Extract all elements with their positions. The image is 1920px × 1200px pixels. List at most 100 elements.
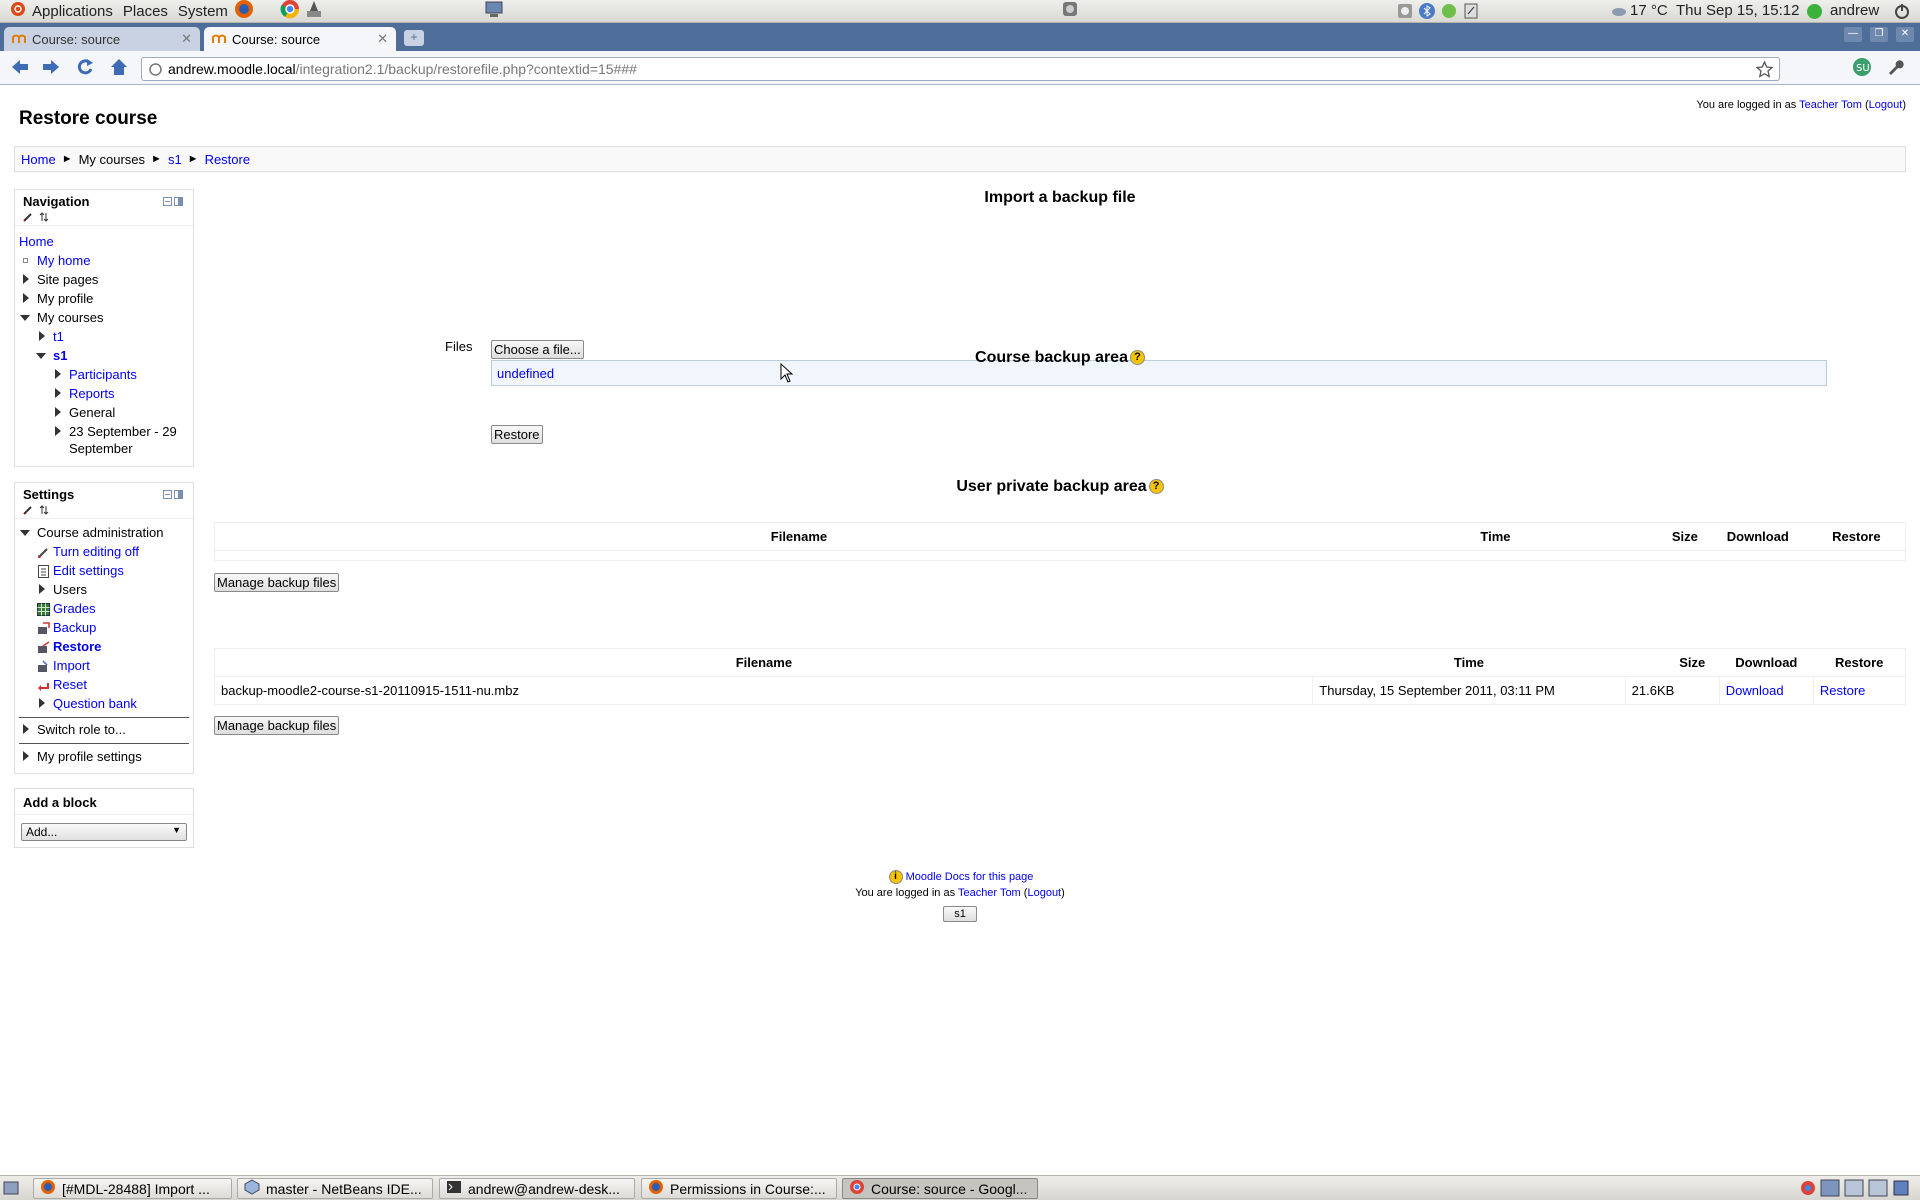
footer-course-button[interactable]: s1 bbox=[943, 906, 977, 922]
settings-wrench-button[interactable] bbox=[1884, 57, 1906, 79]
nav-site-pages[interactable]: Site pages bbox=[15, 270, 193, 289]
weather-temperature[interactable]: 17 °C bbox=[1630, 2, 1668, 19]
settings-reset[interactable]: Reset bbox=[15, 675, 193, 694]
breadcrumb-course[interactable]: s1 bbox=[168, 152, 182, 167]
footer-login-user-link[interactable]: Teacher Tom bbox=[958, 887, 1021, 899]
nav-my-profile[interactable]: My profile bbox=[15, 289, 193, 308]
clipboard-icon[interactable] bbox=[1462, 2, 1480, 24]
bluetooth-icon[interactable] bbox=[1418, 2, 1436, 24]
restore-link[interactable]: Restore bbox=[1820, 683, 1866, 698]
power-icon[interactable] bbox=[1893, 2, 1911, 24]
settings-import[interactable]: Import bbox=[15, 656, 193, 675]
task-terminal[interactable]: andrew@andrew-desk... bbox=[439, 1178, 635, 1199]
download-link[interactable]: Download bbox=[1726, 683, 1784, 698]
nav-home-link[interactable]: Home bbox=[19, 234, 54, 249]
forward-button[interactable] bbox=[40, 57, 62, 79]
back-button[interactable] bbox=[9, 57, 31, 79]
settings-users[interactable]: Users bbox=[15, 580, 193, 599]
settings-edit-settings[interactable]: Edit settings bbox=[15, 561, 193, 580]
browser-tab-2[interactable]: Course: source ✕ bbox=[204, 27, 396, 51]
settings-import-link[interactable]: Import bbox=[53, 658, 90, 673]
nav-course-t1-link[interactable]: t1 bbox=[53, 329, 64, 344]
settings-grades[interactable]: Grades bbox=[15, 599, 193, 618]
selected-file-link[interactable]: undefined bbox=[497, 366, 554, 381]
user-manage-backup-button[interactable]: Manage backup files bbox=[214, 716, 340, 735]
network-tool-icon[interactable] bbox=[484, 0, 504, 23]
system-menu[interactable]: System bbox=[178, 3, 228, 20]
disk-icon[interactable] bbox=[1396, 2, 1414, 24]
breadcrumb-home[interactable]: Home bbox=[21, 152, 56, 167]
hide-block-icon[interactable] bbox=[163, 194, 172, 209]
stumbleupon-extension-button[interactable]: SU bbox=[1851, 57, 1873, 79]
nav-course-s1-link[interactable]: s1 bbox=[53, 348, 67, 363]
help-icon[interactable]: ? bbox=[1129, 350, 1145, 366]
move-block-icon[interactable] bbox=[39, 503, 49, 518]
dock-block-icon[interactable] bbox=[174, 194, 183, 209]
address-bar[interactable]: andrew.moodle.local/integration2.1/backu… bbox=[141, 57, 1780, 81]
settings-turn-editing-off-link[interactable]: Turn editing off bbox=[53, 544, 139, 559]
nav-home[interactable]: Home bbox=[15, 232, 193, 251]
chrome-tray-icon[interactable] bbox=[1800, 1180, 1816, 1199]
workspace-1-icon[interactable] bbox=[1820, 1179, 1840, 1200]
import-restore-button[interactable]: Restore bbox=[491, 425, 543, 444]
add-block-select[interactable]: Add... ▼ bbox=[21, 823, 187, 841]
footer-logout-link[interactable]: Logout bbox=[1027, 887, 1061, 899]
nav-participants-link[interactable]: Participants bbox=[69, 367, 137, 382]
login-user-link[interactable]: Teacher Tom bbox=[1799, 99, 1862, 111]
close-tab-icon[interactable]: ✕ bbox=[181, 31, 192, 47]
nav-course-s1[interactable]: s1 bbox=[15, 346, 193, 365]
settings-question-bank-link[interactable]: Question bank bbox=[53, 696, 137, 711]
settings-restore-link[interactable]: Restore bbox=[53, 639, 101, 654]
settings-grades-link[interactable]: Grades bbox=[53, 601, 96, 616]
system-monitor-icon[interactable] bbox=[1060, 0, 1080, 23]
settings-backup-link[interactable]: Backup bbox=[53, 620, 96, 635]
settings-restore[interactable]: Restore bbox=[15, 637, 193, 656]
user-name[interactable]: andrew bbox=[1830, 2, 1879, 19]
move-block-icon[interactable] bbox=[39, 210, 49, 225]
logout-link[interactable]: Logout bbox=[1869, 99, 1903, 111]
settings-edit-settings-link[interactable]: Edit settings bbox=[53, 563, 124, 578]
screenshot-launcher-icon[interactable] bbox=[304, 0, 324, 23]
settings-question-bank[interactable]: Question bank bbox=[15, 694, 193, 713]
nav-general[interactable]: General bbox=[15, 403, 193, 422]
bookmark-star-icon[interactable] bbox=[1755, 60, 1774, 81]
update-icon[interactable] bbox=[1440, 2, 1458, 24]
places-menu[interactable]: Places bbox=[123, 3, 168, 20]
home-button[interactable] bbox=[108, 57, 130, 79]
settings-profile-settings[interactable]: My profile settings bbox=[15, 747, 193, 766]
nav-reports-link[interactable]: Reports bbox=[69, 386, 115, 401]
course-manage-backup-button[interactable]: Manage backup files bbox=[214, 573, 340, 592]
firefox-launcher-icon[interactable] bbox=[234, 0, 254, 23]
hide-block-icon[interactable] bbox=[163, 487, 172, 502]
browser-tab-1[interactable]: Course: source ✕ bbox=[4, 27, 200, 51]
clock[interactable]: Thu Sep 15, 15:12 bbox=[1676, 2, 1799, 19]
close-window-icon[interactable]: ✕ bbox=[1896, 27, 1914, 42]
maximize-window-icon[interactable]: ❐ bbox=[1870, 27, 1888, 42]
nav-my-home[interactable]: My home bbox=[15, 251, 193, 270]
edit-block-icon[interactable] bbox=[23, 503, 33, 518]
applications-menu[interactable]: Applications bbox=[10, 1, 113, 21]
nav-course-t1[interactable]: t1 bbox=[15, 327, 193, 346]
breadcrumb-restore[interactable]: Restore bbox=[205, 152, 251, 167]
trash-icon[interactable] bbox=[1892, 1179, 1910, 1200]
nav-my-home-link[interactable]: My home bbox=[37, 253, 90, 268]
new-tab-button[interactable]: + bbox=[404, 30, 424, 46]
settings-reset-link[interactable]: Reset bbox=[53, 677, 87, 692]
settings-course-admin[interactable]: Course administration bbox=[15, 523, 193, 542]
nav-my-courses[interactable]: My courses bbox=[15, 308, 193, 327]
settings-backup[interactable]: Backup bbox=[15, 618, 193, 637]
task-netbeans[interactable]: master - NetBeans IDE... bbox=[237, 1178, 433, 1199]
task-firefox-mdl[interactable]: [#MDL-28488] Import ... bbox=[33, 1178, 232, 1199]
dock-block-icon[interactable] bbox=[174, 487, 183, 502]
help-icon[interactable]: ? bbox=[1148, 479, 1164, 495]
reload-button[interactable] bbox=[74, 57, 96, 79]
chrome-launcher-icon[interactable] bbox=[280, 0, 300, 23]
task-chrome-course[interactable]: Course: source - Googl... bbox=[842, 1178, 1038, 1199]
show-desktop-icon[interactable] bbox=[3, 1180, 19, 1199]
nav-reports[interactable]: Reports bbox=[15, 384, 193, 403]
nav-participants[interactable]: Participants bbox=[15, 365, 193, 384]
settings-turn-editing-off[interactable]: Turn editing off bbox=[15, 542, 193, 561]
task-firefox-permissions[interactable]: Permissions in Course:... bbox=[641, 1178, 837, 1199]
moodle-docs-link[interactable]: Moodle Docs for this page bbox=[906, 871, 1034, 883]
settings-switch-role[interactable]: Switch role to... bbox=[15, 720, 193, 739]
